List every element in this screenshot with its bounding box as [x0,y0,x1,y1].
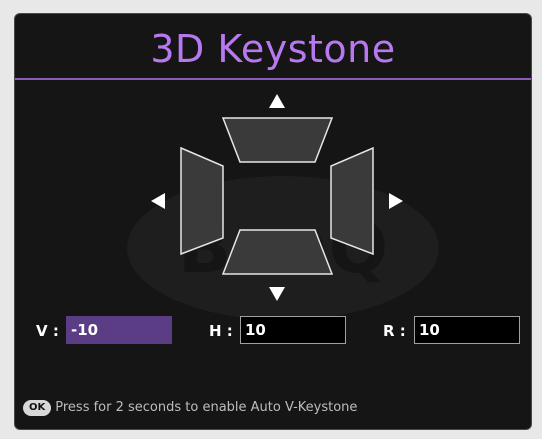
keystone-top-button[interactable] [221,117,334,163]
ok-key-badge: OK [23,400,52,416]
r-value-field[interactable]: 10 [414,316,520,344]
v-label: V : [36,322,59,340]
r-label: R : [383,322,406,340]
keystone-bottom-button[interactable] [221,229,334,275]
keystone-diagram: BenQ [127,94,439,320]
auto-keystone-hint: OK Press for 2 seconds to enable Auto V-… [23,400,357,416]
h-value-field[interactable]: 10 [240,316,346,344]
keystone-left-button[interactable] [180,146,224,256]
h-label: H : [209,322,233,340]
hint-text: Press for 2 seconds to enable Auto V-Key… [55,400,358,415]
arrow-up-icon[interactable] [269,94,285,108]
keystone-dialog: 3D Keystone BenQ V : -10 H : 10 R : 10 O… [14,13,532,430]
v-value-field[interactable]: -10 [66,316,172,344]
keystone-right-button[interactable] [330,146,374,256]
